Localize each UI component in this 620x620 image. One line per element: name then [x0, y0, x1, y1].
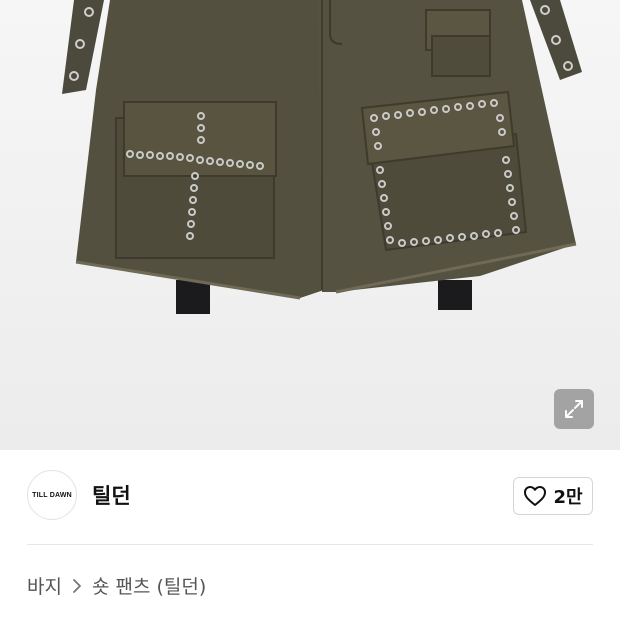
brand-logo-text: TILL DAWN: [32, 491, 72, 499]
expand-image-button[interactable]: [554, 389, 594, 429]
heart-outline-icon: [524, 486, 547, 506]
right-strap: [530, 0, 582, 80]
breadcrumb-item-category[interactable]: 바지: [27, 572, 62, 599]
breadcrumb-item-subcategory[interactable]: 숏 팬츠 (틸던): [92, 572, 206, 599]
chevron-right-icon: [72, 578, 82, 594]
brand-logo[interactable]: TILL DAWN: [27, 470, 77, 520]
like-button[interactable]: 2만: [513, 477, 593, 515]
divider: [27, 544, 593, 545]
breadcrumb: 바지 숏 팬츠 (틸던): [27, 572, 206, 599]
like-count: 2만: [553, 487, 583, 508]
expand-arrows-icon: [565, 400, 583, 418]
product-image: [62, 0, 582, 314]
brand-name[interactable]: 틸던: [92, 480, 131, 510]
product-image-area[interactable]: [0, 0, 620, 450]
